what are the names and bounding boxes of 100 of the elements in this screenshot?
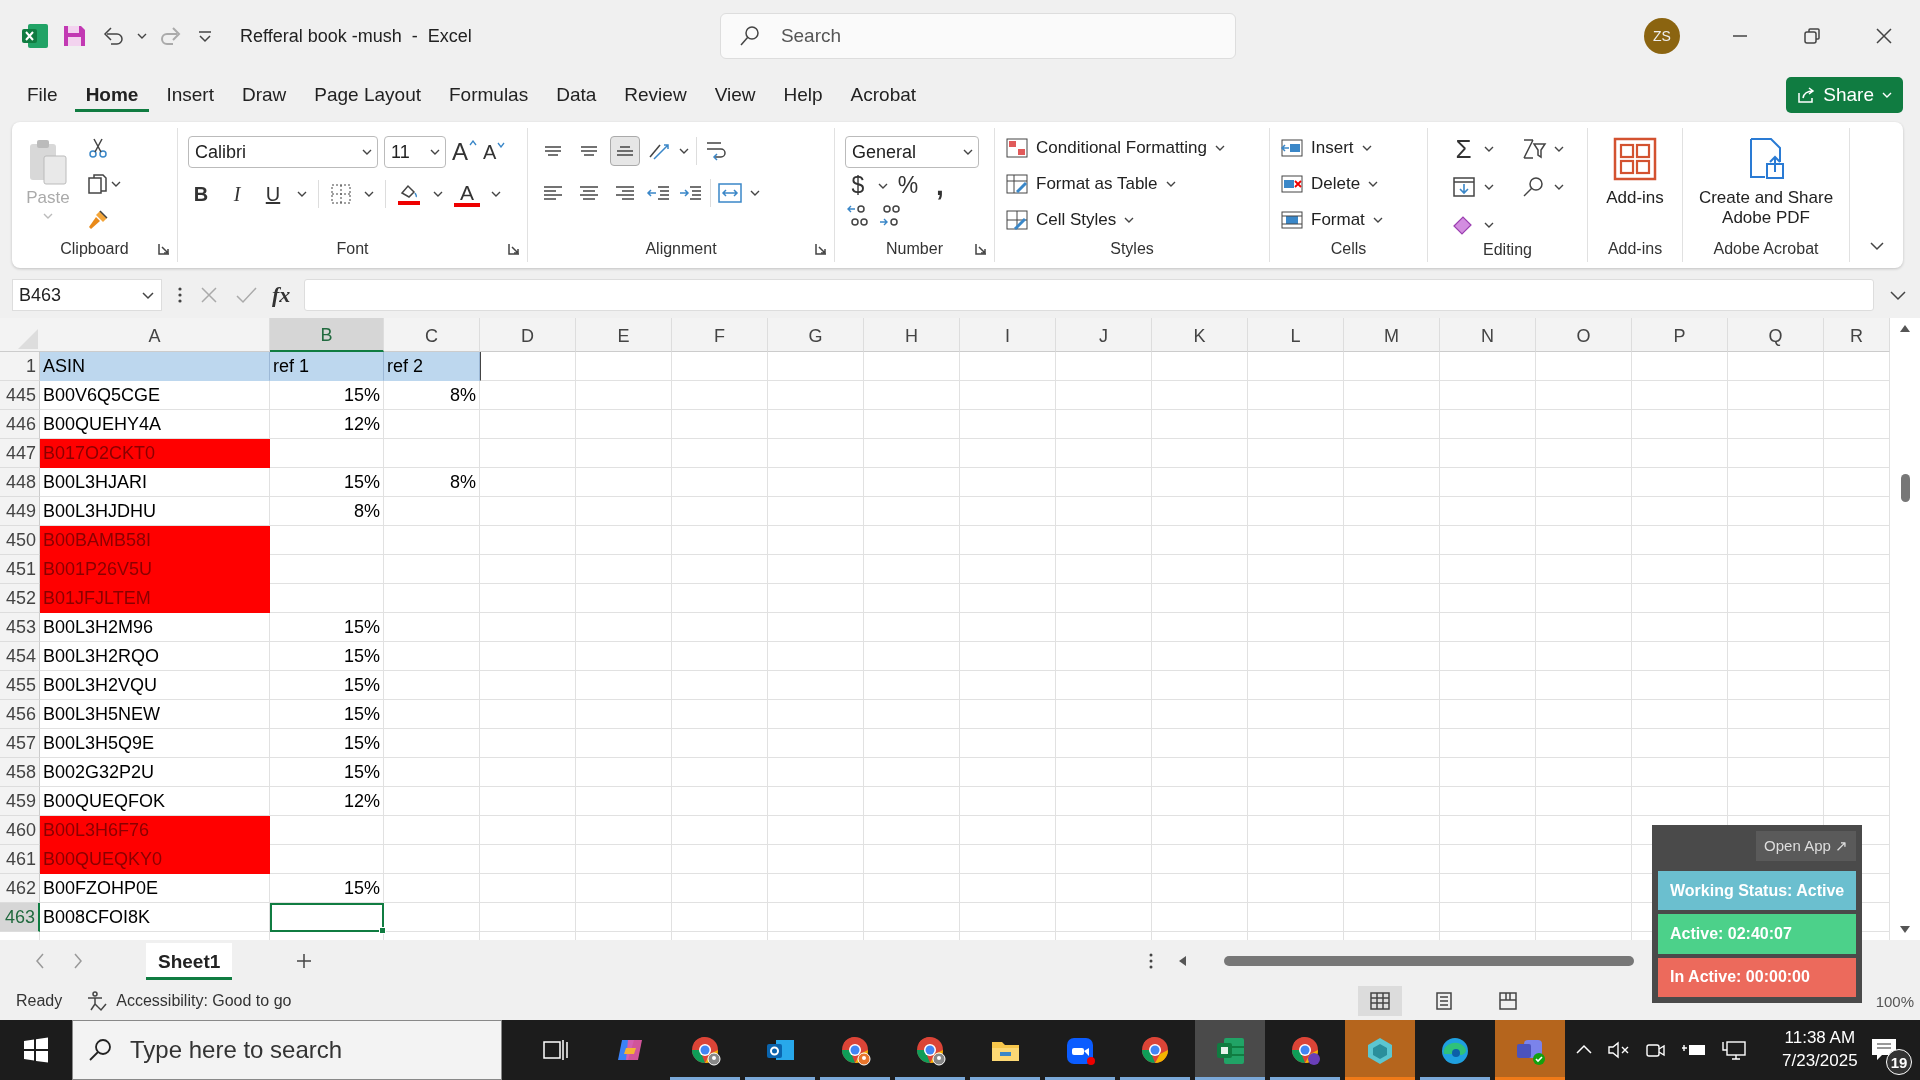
italic-button[interactable]: I bbox=[224, 184, 250, 204]
open-app-button[interactable]: Open App ↗ bbox=[1756, 831, 1856, 861]
taskbar-search-field[interactable]: Type here to search bbox=[72, 1020, 502, 1080]
row-number: 450 bbox=[0, 526, 40, 555]
menu-tab[interactable]: File bbox=[16, 78, 69, 112]
style-button[interactable]: Cell Styles bbox=[1005, 208, 1227, 232]
column-header[interactable]: M bbox=[1344, 318, 1440, 352]
dialog-launcher-icon[interactable] bbox=[814, 242, 828, 256]
column-header[interactable]: L bbox=[1248, 318, 1344, 352]
formula-input[interactable] bbox=[304, 279, 1874, 311]
dialog-launcher-icon[interactable] bbox=[507, 242, 521, 256]
column-title: ref 2 bbox=[384, 352, 480, 381]
align-right-icon[interactable] bbox=[616, 186, 634, 200]
page-break-icon[interactable] bbox=[1496, 991, 1519, 1011]
underline-button[interactable]: U bbox=[260, 184, 286, 204]
menu-tab[interactable]: Insert bbox=[155, 78, 225, 112]
fill-icon[interactable] bbox=[1450, 174, 1477, 200]
menu-tab[interactable]: Draw bbox=[230, 78, 298, 112]
cut-icon[interactable] bbox=[86, 136, 110, 160]
table-cell-text: B00L3H2RQO bbox=[42, 644, 161, 668]
name-box[interactable]: B463 bbox=[12, 279, 162, 311]
column-header[interactable]: H bbox=[864, 318, 960, 352]
sort-filter-icon[interactable] bbox=[1520, 136, 1547, 162]
bold-button[interactable]: B bbox=[188, 184, 214, 204]
network-icon[interactable] bbox=[1720, 1038, 1748, 1062]
share-button[interactable]: Share bbox=[1786, 77, 1903, 113]
format-painter-icon[interactable] bbox=[86, 208, 110, 232]
user-avatar[interactable]: ZS bbox=[1644, 18, 1680, 54]
row-number: 462 bbox=[0, 874, 40, 903]
cells-button[interactable]: Delete bbox=[1280, 172, 1384, 196]
dialog-launcher-icon[interactable] bbox=[157, 242, 171, 256]
format-cells-icon bbox=[1280, 208, 1304, 232]
merge-center-icon[interactable] bbox=[717, 181, 743, 205]
menu-tab[interactable]: Acrobat bbox=[839, 78, 928, 112]
menu-tab[interactable]: Review bbox=[613, 78, 698, 112]
font-size-dropdown[interactable]: 11 bbox=[384, 136, 446, 168]
menu-tab[interactable]: Data bbox=[545, 78, 608, 112]
add-ins-icon bbox=[1612, 136, 1658, 182]
align-left-icon[interactable] bbox=[544, 186, 562, 200]
start-icon[interactable] bbox=[22, 1036, 50, 1064]
cells-button[interactable]: Insert bbox=[1280, 136, 1384, 160]
column-header[interactable]: J bbox=[1056, 318, 1152, 352]
create-pdf-button[interactable]: Create and Share Adobe PDF bbox=[1693, 136, 1839, 229]
increase-font-size-button[interactable]: A bbox=[452, 140, 477, 164]
column-header[interactable]: F bbox=[672, 318, 768, 352]
column-header[interactable]: A bbox=[40, 318, 270, 352]
percent-button[interactable]: % bbox=[895, 174, 921, 197]
status-bar-item: Working Status: Active bbox=[1658, 871, 1856, 911]
normal-view-icon[interactable] bbox=[1368, 991, 1391, 1011]
table-cell-text: B00L3H2M96 bbox=[42, 615, 155, 639]
vertical-align-button[interactable] bbox=[610, 136, 640, 166]
borders-icon[interactable] bbox=[329, 182, 353, 206]
table-cell-text: 15% bbox=[342, 615, 381, 639]
column-header[interactable]: N bbox=[1440, 318, 1536, 352]
add-ins-button[interactable]: Add-ins bbox=[1606, 136, 1664, 209]
align-middle-icon bbox=[581, 146, 597, 156]
autosum-button[interactable]: Σ bbox=[1450, 136, 1477, 162]
column-header[interactable]: E bbox=[576, 318, 672, 352]
copy-icon[interactable] bbox=[86, 172, 110, 196]
row-number: 454 bbox=[0, 642, 40, 671]
menu-tab[interactable]: View bbox=[703, 78, 767, 112]
style-button[interactable]: Format as Table bbox=[1005, 172, 1227, 196]
column-header[interactable]: C bbox=[384, 318, 480, 352]
menu-tab[interactable]: Home bbox=[74, 78, 150, 112]
cells-button[interactable]: Format bbox=[1280, 208, 1384, 232]
number-format-dropdown[interactable]: General bbox=[845, 136, 979, 168]
column-header[interactable]: Q bbox=[1728, 318, 1824, 352]
column-header[interactable]: B bbox=[270, 318, 384, 352]
dialog-launcher-icon[interactable] bbox=[974, 242, 988, 256]
selected-cell[interactable] bbox=[270, 903, 384, 932]
group-label: Styles bbox=[1110, 240, 1154, 258]
column-header[interactable]: I bbox=[960, 318, 1056, 352]
scroll-thumb[interactable] bbox=[1901, 474, 1910, 502]
font-color-button[interactable]: A bbox=[454, 181, 480, 207]
group-label: Number bbox=[886, 240, 943, 258]
column-header[interactable]: P bbox=[1632, 318, 1728, 352]
currency-button[interactable]: $ bbox=[845, 174, 871, 197]
column-header[interactable]: D bbox=[480, 318, 576, 352]
align-center-icon[interactable] bbox=[580, 186, 598, 200]
increase-decimal-icon[interactable] bbox=[845, 203, 871, 229]
column-header[interactable]: G bbox=[768, 318, 864, 352]
sheet-tab[interactable]: Sheet1 bbox=[146, 942, 233, 980]
zoom-level: 100% bbox=[1875, 992, 1914, 1010]
menu-tab[interactable]: Help bbox=[772, 78, 834, 112]
column-header[interactable]: O bbox=[1536, 318, 1632, 352]
menu-tab[interactable]: Formulas bbox=[438, 78, 540, 112]
column-header[interactable]: K bbox=[1152, 318, 1248, 352]
scroll-thumb[interactable] bbox=[1224, 956, 1634, 966]
decrease-decimal-icon[interactable] bbox=[877, 203, 903, 229]
decrease-font-size-button[interactable]: A bbox=[483, 142, 506, 162]
column-header[interactable]: R bbox=[1824, 318, 1890, 352]
more-options-icon[interactable] bbox=[176, 285, 184, 305]
style-button[interactable]: Conditional Formatting bbox=[1005, 136, 1227, 160]
insert-function-button[interactable]: fx bbox=[272, 282, 291, 308]
menu-tab[interactable]: Page Layout bbox=[303, 78, 432, 112]
more-options-icon[interactable] bbox=[1148, 951, 1154, 971]
window-title: Refferal book -mush - Excel bbox=[240, 25, 472, 47]
font-name-dropdown[interactable]: Calibri bbox=[188, 136, 378, 168]
spreadsheet-logo-icon[interactable] bbox=[20, 21, 50, 51]
search-field[interactable]: Search bbox=[719, 13, 1236, 59]
